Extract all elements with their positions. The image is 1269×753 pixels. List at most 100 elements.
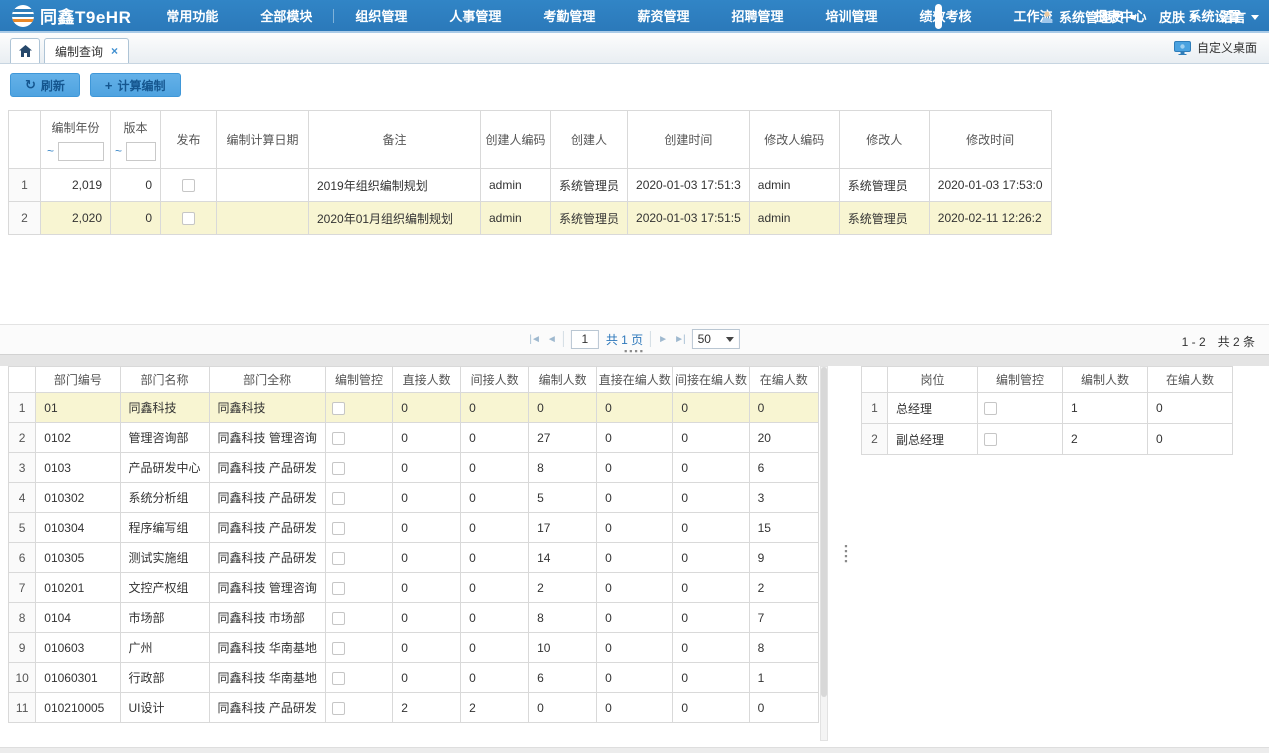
close-icon[interactable]: × (111, 44, 118, 58)
skin-menu[interactable]: 皮肤 (1159, 7, 1198, 26)
row-checkbox[interactable] (332, 522, 345, 535)
col-header-version[interactable]: 版本 ~ (111, 111, 161, 169)
horizontal-splitter-handle[interactable]: ▪▪▪▪ (624, 348, 645, 354)
table-row[interactable]: 1001060301行政部同鑫科技 华南基地006001 (9, 663, 819, 693)
post-table: 岗位 编制管控 编制人数 在编人数 1总经理102副总经理20 (861, 366, 1233, 455)
row-checkbox[interactable] (182, 212, 195, 225)
col-header-indirect-count[interactable]: 间接人数 (461, 367, 529, 393)
col-header-direct-count[interactable]: 直接人数 (393, 367, 461, 393)
page-size-select[interactable]: 50 (692, 329, 740, 349)
row-checkbox[interactable] (984, 402, 997, 415)
col-header-remark[interactable]: 备注 (309, 111, 481, 169)
col-header-plan-control[interactable]: 编制管控 (978, 367, 1063, 393)
table-row[interactable]: 2副总经理20 (862, 424, 1233, 455)
row-checkbox[interactable] (984, 433, 997, 446)
table-row[interactable]: 6010305测试实施组同鑫科技 产品研发0014009 (9, 543, 819, 573)
col-header-create-time[interactable]: 创建时间 (628, 111, 750, 169)
menu-item-training[interactable]: 培训管理 (804, 0, 898, 31)
col-header-dept-code[interactable]: 部门编号 (36, 367, 120, 393)
cell: 2 (393, 693, 461, 723)
col-header-plan-count[interactable]: 编制人数 (1063, 367, 1148, 393)
language-menu[interactable]: 语言 (1220, 7, 1259, 26)
cell: 0 (673, 483, 749, 513)
nav-scroll-indicator[interactable] (935, 4, 942, 29)
col-header-direct-onboard[interactable]: 直接在编人数 (597, 367, 673, 393)
col-header-creator-code[interactable]: 创建人编码 (481, 111, 551, 169)
vertical-scrollbar[interactable] (820, 366, 828, 741)
menu-item-recruit[interactable]: 招聘管理 (710, 0, 804, 31)
table-row[interactable]: 30103产品研发中心同鑫科技 产品研发008006 (9, 453, 819, 483)
table-row[interactable]: 80104市场部同鑫科技 市场部008007 (9, 603, 819, 633)
row-checkbox[interactable] (332, 582, 345, 595)
col-header-plan-control[interactable]: 编制管控 (325, 367, 392, 393)
cell: admin (481, 202, 551, 235)
cell: 系统管理员 (839, 202, 929, 235)
row-checkbox[interactable] (332, 642, 345, 655)
custom-desktop-button[interactable]: 自定义桌面 (1174, 39, 1257, 56)
prev-page-icon[interactable]: ◄ (547, 334, 556, 345)
scrollbar-thumb[interactable] (821, 367, 827, 697)
col-header-year[interactable]: 编制年份 ~ (41, 111, 111, 169)
col-header-creator[interactable]: 创建人 (551, 111, 628, 169)
calc-plan-button[interactable]: + 计算编制 (90, 73, 181, 97)
row-checkbox[interactable] (182, 179, 195, 192)
cell: 0 (529, 393, 597, 423)
col-header-dept-fullname[interactable]: 部门全称 (209, 367, 325, 393)
row-checkbox[interactable] (332, 552, 345, 565)
col-header-calc-date[interactable]: 编制计算日期 (217, 111, 309, 169)
year-filter-input[interactable] (58, 142, 104, 161)
vertical-splitter-handle[interactable]: ▪▪▪▪ (844, 544, 847, 564)
cell: 同鑫科技 管理咨询 (209, 573, 325, 603)
table-row[interactable]: 101同鑫科技同鑫科技000000 (9, 393, 819, 423)
table-row[interactable]: 5010304程序编写组同鑫科技 产品研发00170015 (9, 513, 819, 543)
cell: 010302 (36, 483, 120, 513)
table-row[interactable]: 20102管理咨询部同鑫科技 管理咨询00270020 (9, 423, 819, 453)
menu-item-performance[interactable]: 绩效考核 (898, 0, 992, 31)
col-header-onboard-count[interactable]: 在编人数 (1148, 367, 1233, 393)
row-checkbox[interactable] (332, 702, 345, 715)
menu-item-hr[interactable]: 人事管理 (428, 0, 522, 31)
home-tab[interactable] (10, 38, 40, 63)
table-row[interactable]: 1总经理10 (862, 393, 1233, 424)
menu-item-salary[interactable]: 薪资管理 (616, 0, 710, 31)
col-header-modifier[interactable]: 修改人 (839, 111, 929, 169)
row-checkbox[interactable] (332, 432, 345, 445)
refresh-button[interactable]: ↻ 刷新 (10, 73, 80, 97)
user-menu[interactable]: 系统管理员 (1040, 7, 1137, 26)
first-page-icon[interactable]: |◄ (529, 334, 540, 345)
menu-item-org[interactable]: 组织管理 (334, 0, 428, 31)
col-header-published[interactable]: 发布 (161, 111, 217, 169)
table-row[interactable]: 9010603广州同鑫科技 华南基地0010008 (9, 633, 819, 663)
menu-item-common[interactable]: 常用功能 (145, 0, 239, 31)
col-header-onboard-count[interactable]: 在编人数 (749, 367, 818, 393)
vertical-splitter[interactable]: ▪▪▪▪ (831, 366, 861, 741)
col-header-modify-time[interactable]: 修改时间 (929, 111, 1051, 169)
menu-item-all-modules[interactable]: 全部模块 (239, 0, 333, 31)
table-row[interactable]: 22,02002020年01月组织编制规划admin系统管理员2020-01-0… (9, 202, 1052, 235)
cell: 0 (393, 393, 461, 423)
cell: 0 (393, 543, 461, 573)
table-row[interactable]: 4010302系统分析组同鑫科技 产品研发005003 (9, 483, 819, 513)
row-checkbox[interactable] (332, 462, 345, 475)
page-number-input[interactable] (571, 330, 599, 349)
next-page-icon[interactable]: ► (658, 334, 667, 345)
row-checkbox[interactable] (332, 672, 345, 685)
col-header-modifier-code[interactable]: 修改人编码 (749, 111, 839, 169)
col-header-post[interactable]: 岗位 (888, 367, 978, 393)
row-checkbox[interactable] (332, 492, 345, 505)
calc-plan-label: 计算编制 (118, 77, 166, 94)
checkbox-cell (978, 424, 1063, 455)
table-row[interactable]: 12,01902019年组织编制规划admin系统管理员2020-01-03 1… (9, 169, 1052, 202)
col-header-dept-name[interactable]: 部门名称 (120, 367, 209, 393)
col-header-indirect-onboard[interactable]: 间接在编人数 (673, 367, 749, 393)
last-page-icon[interactable]: ►| (674, 334, 685, 345)
row-checkbox[interactable] (332, 612, 345, 625)
menu-item-attendance[interactable]: 考勤管理 (522, 0, 616, 31)
cell: 文控产权组 (120, 573, 209, 603)
col-header-plan-count[interactable]: 编制人数 (529, 367, 597, 393)
table-row[interactable]: 11010210005UI设计同鑫科技 产品研发220000 (9, 693, 819, 723)
row-checkbox[interactable] (332, 402, 345, 415)
tab-bianzhi-chaxun[interactable]: 编制查询 × (44, 38, 129, 63)
table-row[interactable]: 7010201文控产权组同鑫科技 管理咨询002002 (9, 573, 819, 603)
version-filter-input[interactable] (126, 142, 156, 161)
